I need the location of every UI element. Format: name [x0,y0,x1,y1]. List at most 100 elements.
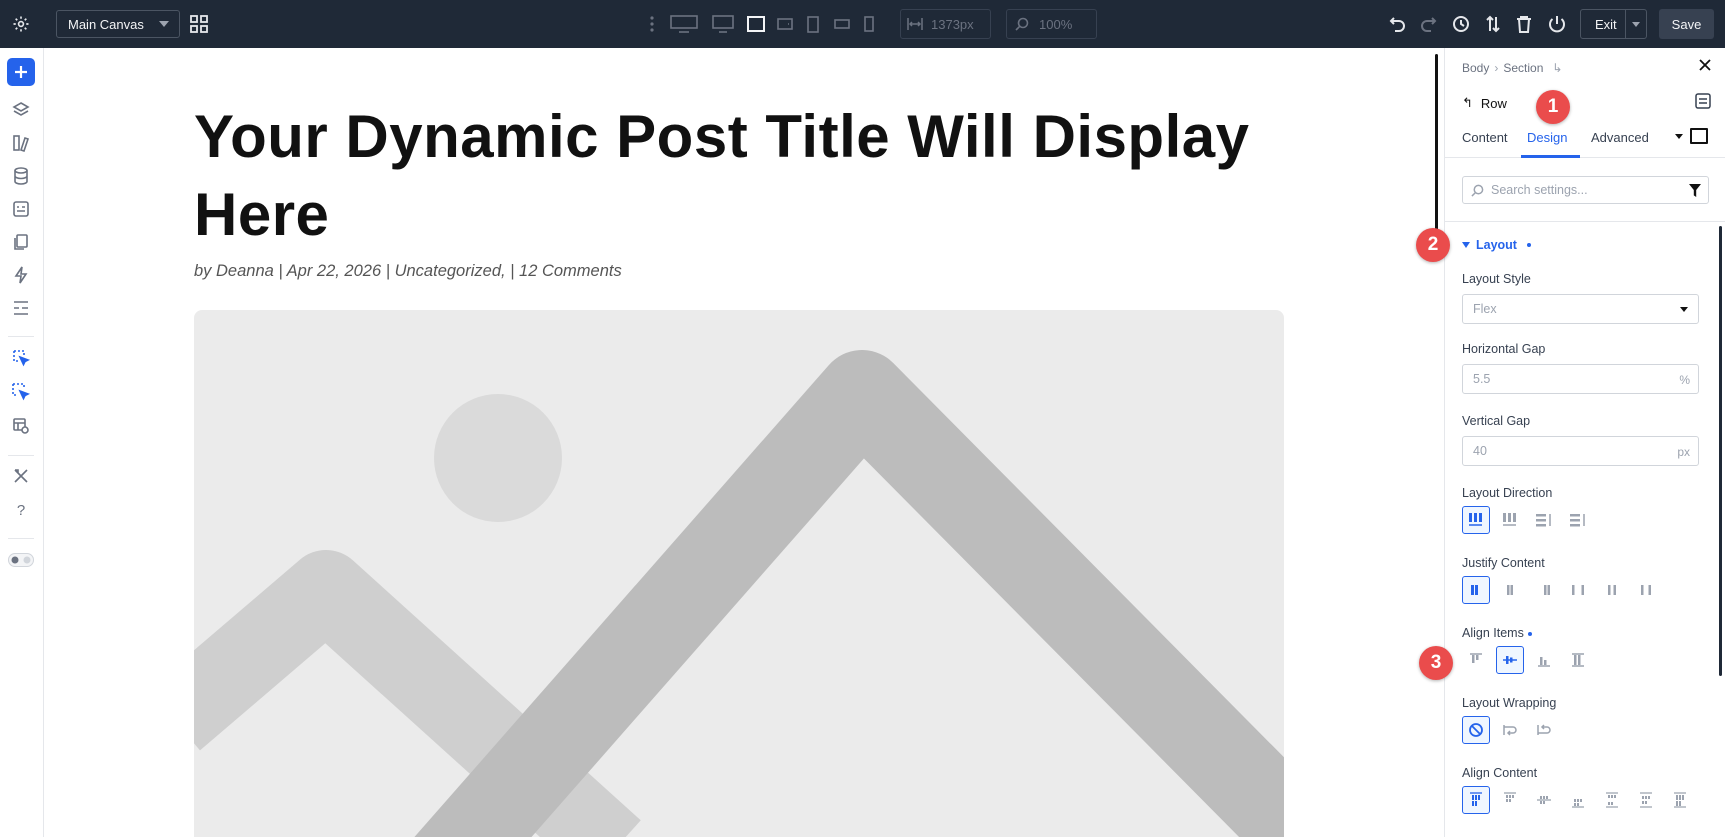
add-element-button[interactable] [7,58,35,86]
select-multiple-icon[interactable] [9,380,33,404]
phone-portrait-icon[interactable] [863,15,875,33]
tab-advanced[interactable]: Advanced [1591,130,1649,145]
lightning-icon[interactable] [9,263,33,287]
layout-style-value: Flex [1473,302,1497,316]
zoom-field[interactable]: 100% [1006,9,1097,39]
direction-column-icon[interactable] [1530,506,1558,534]
phone-landscape-icon[interactable] [833,17,851,31]
toggle-switch[interactable] [7,548,35,572]
align-content-center-icon[interactable] [1496,786,1524,814]
more-vertical-icon[interactable] [646,14,658,34]
align-end-icon[interactable] [1530,646,1558,674]
align-items-label: Align Items [1462,626,1532,640]
wrap-reverse-icon[interactable] [1530,716,1558,744]
direction-row-reverse-icon[interactable] [1496,506,1524,534]
exit-divider [1625,10,1626,38]
vertical-gap-input[interactable]: 40 px [1462,436,1699,466]
chevron-down-icon[interactable] [1632,22,1640,27]
layout-group-toggle[interactable]: Layout [1462,238,1531,252]
layout-style-select[interactable]: Flex [1462,294,1699,324]
canvas-width-field[interactable]: 1373px [900,9,991,39]
justify-space-evenly-icon[interactable] [1632,576,1660,604]
justify-center-icon[interactable] [1496,576,1524,604]
tools-icon[interactable] [9,464,33,488]
select-element-icon[interactable] [9,346,33,370]
justify-space-between-icon[interactable] [1564,576,1592,604]
align-content-options [1462,786,1694,814]
align-content-end-icon[interactable] [1530,786,1558,814]
theme-builder-icon[interactable] [9,414,33,438]
sort-arrows-icon[interactable] [1483,14,1503,34]
desktop-wide-icon[interactable] [669,13,699,35]
post-title[interactable]: Your Dynamic Post Title Will Display Her… [194,98,1294,254]
history-icon[interactable] [1451,14,1471,34]
step-badge-3: 3 [1419,646,1453,680]
tab-design[interactable]: Design [1527,130,1567,145]
search-settings-input[interactable]: Search settings... [1462,176,1709,204]
justify-end-icon[interactable] [1530,576,1558,604]
post-meta[interactable]: by Deanna | Apr 22, 2026 | Uncategorized… [194,262,622,281]
design-library-icon[interactable] [9,131,33,155]
undo-icon[interactable] [1387,14,1407,34]
expand-panel-icon[interactable] [1690,128,1708,144]
tab-content[interactable]: Content [1462,130,1508,145]
trash-icon[interactable] [1514,14,1534,34]
layout-wrapping-options [1462,716,1558,744]
tablet-portrait-icon[interactable] [805,14,821,34]
tablet-landscape-icon[interactable] [776,15,794,33]
help-icon[interactable]: ? [9,498,33,522]
align-content-start-icon[interactable] [1462,786,1490,814]
layers-icon[interactable] [9,98,33,122]
justify-start-icon[interactable] [1462,576,1490,604]
layout-list-icon[interactable] [9,296,33,320]
align-stretch-icon[interactable] [1564,646,1592,674]
sliders-icon[interactable] [1695,93,1713,111]
pages-icon[interactable] [9,230,33,254]
close-icon[interactable] [1698,58,1716,76]
horizontal-gap-unit[interactable]: % [1679,373,1690,387]
direction-row-icon[interactable] [1462,506,1490,534]
element-title-label: Row [1480,95,1507,111]
breadcrumb: Body › Section ↳ [1462,61,1562,75]
grid-icon[interactable] [189,14,209,34]
back-arrow-icon[interactable]: ↰ [1462,95,1473,111]
canvas-width-value: 1373px [931,16,974,32]
settings-panel: Body › Section ↳ ↰ Row Content Design Ad… [1444,48,1725,837]
wrap-icon[interactable] [1496,716,1524,744]
laptop-icon[interactable] [746,14,766,34]
power-icon[interactable] [1547,14,1567,34]
chevron-down-icon[interactable] [1675,134,1683,139]
align-center-icon[interactable] [1496,646,1524,674]
redo-icon[interactable] [1419,14,1439,34]
horizontal-gap-value: 5.5 [1473,372,1491,386]
form-icon[interactable] [9,197,33,221]
justify-space-around-icon[interactable] [1598,576,1626,604]
align-content-bottom-icon[interactable] [1564,786,1592,814]
breadcrumb-body[interactable]: Body [1462,61,1489,75]
desktop-icon[interactable] [711,13,735,35]
filter-icon[interactable] [1689,184,1701,200]
horizontal-gap-input[interactable]: 5.5 % [1462,364,1699,394]
vertical-gap-unit[interactable]: px [1677,445,1690,459]
database-icon[interactable] [9,164,33,188]
builder-canvas[interactable]: Your Dynamic Post Title Will Display Her… [44,48,1438,837]
chevron-down-icon [159,21,169,27]
vertical-gap-label: Vertical Gap [1462,414,1531,428]
align-content-label: Align Content [1462,766,1538,780]
canvas-select[interactable]: Main Canvas [56,10,180,38]
no-wrap-icon[interactable] [1462,716,1490,744]
align-content-space-between-icon[interactable] [1598,786,1626,814]
align-start-icon[interactable] [1462,646,1490,674]
layout-style-label: Layout Style [1462,272,1531,286]
panel-scrollbar[interactable] [1719,226,1722,676]
align-items-options [1462,646,1592,674]
save-button[interactable]: Save [1659,9,1714,39]
breadcrumb-section[interactable]: Section [1503,61,1543,75]
direction-column-reverse-icon[interactable] [1564,506,1592,534]
align-content-stretch-icon[interactable] [1666,786,1694,814]
gear-icon[interactable] [11,14,31,34]
featured-image-placeholder[interactable] [194,310,1284,837]
panel-divider [1445,221,1725,222]
exit-button[interactable]: Exit [1580,9,1647,39]
align-content-space-around-icon[interactable] [1632,786,1660,814]
